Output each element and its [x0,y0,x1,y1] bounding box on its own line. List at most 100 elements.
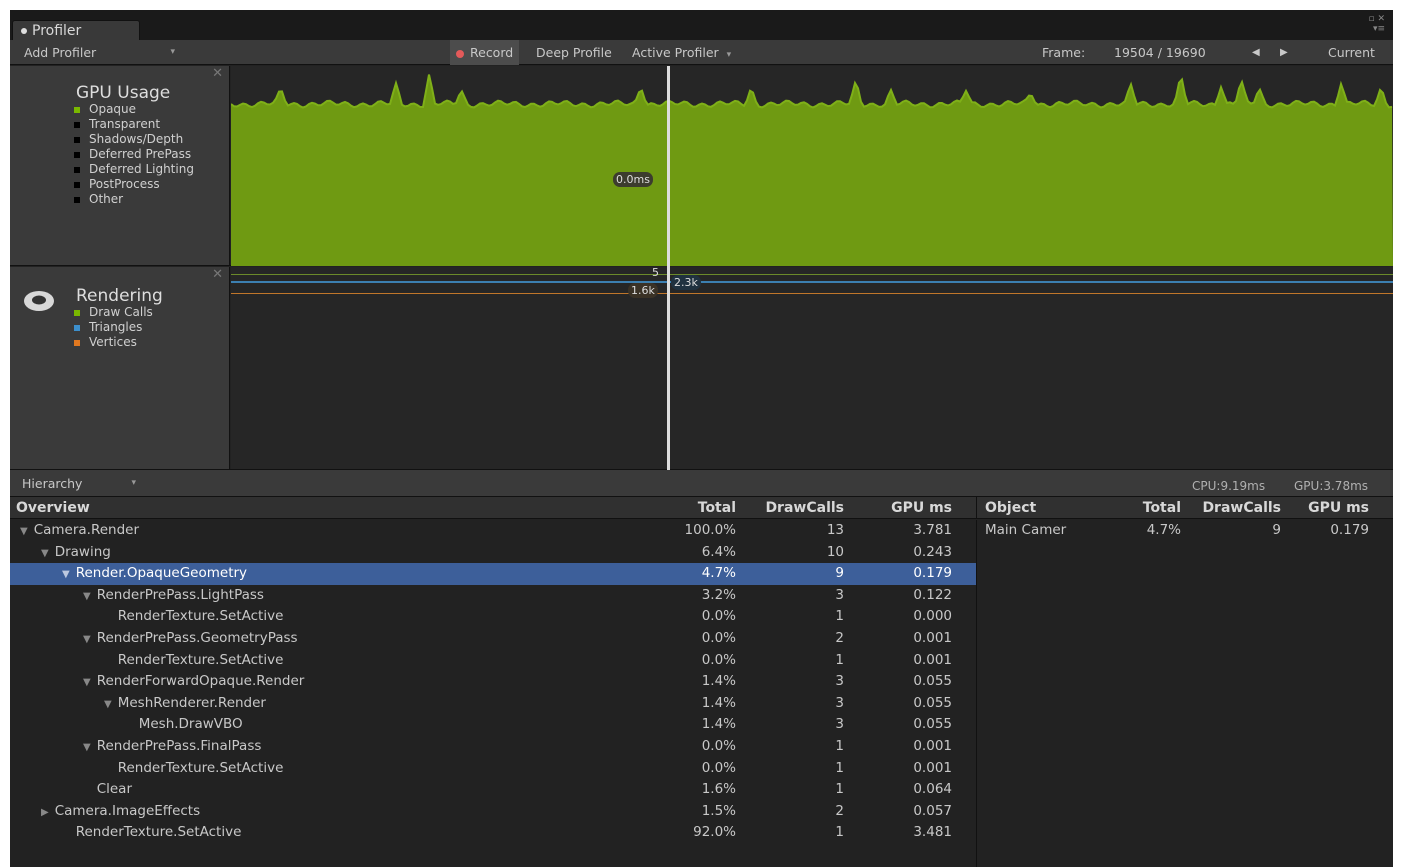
maximize-icon[interactable]: ▫ ✕ [1368,14,1385,24]
legend-label: Shadows/Depth [89,132,184,146]
row-gpums: 0.055 [913,694,952,711]
add-profiler-label: Add Profiler [24,45,97,60]
table-row[interactable]: ▼RenderTexture.SetActive 92.0% 1 3.481 [10,822,976,844]
table-row[interactable]: ▼ Camera.Render 100.0% 13 3.781 [10,520,976,542]
prev-frame-icon[interactable]: ◀ [1246,40,1266,65]
rendering-icon [24,291,54,311]
drawcalls-column-header[interactable]: DrawCalls [765,497,844,519]
expand-open-icon[interactable]: ▼ [83,629,91,651]
legend-swatch [74,151,80,158]
rendering-module: ✕ Rendering Draw Calls Triangles Vertices … [10,266,1393,470]
table-row[interactable]: ▼ MeshRenderer.Render 1.4% 3 0.055 [10,693,976,715]
add-profiler-dropdown[interactable]: Add Profiler ▾ [18,40,183,65]
chevron-down-icon: ▾ [131,478,136,488]
row-name: ▼Mesh.DrawVBO [125,714,243,736]
table-row[interactable]: ▼ RenderPrePass.FinalPass 0.0% 1 0.001 [10,736,976,758]
frame-cursor[interactable] [667,66,670,470]
expand-open-icon[interactable]: ▼ [20,521,28,543]
legend-item[interactable]: Deferred PrePass [74,147,194,162]
row-name: ▼ Render.OpaqueGeometry [62,563,247,585]
expand-open-icon[interactable]: ▼ [83,737,91,759]
row-drawcalls: 3 [835,673,844,690]
window-controls[interactable]: ▫ ✕ ▾≡ [1368,14,1385,34]
gpu-usage-legend-panel[interactable]: ✕ GPU Usage Opaque Transparent Shadows/Dep… [10,66,230,265]
row-name: ▼ RenderForwardOpaque.Render [83,671,304,693]
overview-column-header[interactable]: Overview [16,497,90,519]
legend-item[interactable]: Vertices [74,335,153,350]
close-icon[interactable]: ✕ [212,66,223,81]
deep-profile-button[interactable]: Deep Profile [530,40,618,65]
legend-item[interactable]: Deferred Lighting [74,162,194,177]
active-profiler-label: Active Profiler [632,45,719,60]
table-row[interactable]: ▼ Drawing 6.4% 10 0.243 [10,542,976,564]
expand-closed-icon[interactable]: ▶ [41,802,49,824]
row-name: ▼RenderTexture.SetActive [62,822,242,844]
opaque-series-area [231,74,1393,266]
table-row[interactable]: ▼Clear 1.6% 1 0.064 [10,779,976,801]
record-button[interactable]: Record [450,40,520,65]
current-frame-button[interactable]: Current [1322,40,1381,65]
row-drawcalls: 3 [835,586,844,603]
row-total: 1.4% [701,673,736,690]
legend-swatch [74,309,80,316]
tab-menu-icon[interactable]: ▾≡ [1368,24,1385,34]
object-gpums-column-header[interactable]: GPU ms [1308,497,1369,519]
row-total: 3.2% [701,586,736,603]
object-drawcalls-column-header[interactable]: DrawCalls [1202,497,1281,519]
tab-title: Profiler [32,23,82,39]
chevron-down-icon: ▾ [726,50,732,60]
object-row[interactable]: Main Camer 4.7% 9 0.179 [977,520,1393,542]
rendering-graph[interactable]: 5 1.6k 2.3k [231,266,1393,469]
expand-open-icon[interactable]: ▼ [83,586,91,608]
close-icon[interactable]: ✕ [212,267,223,282]
table-row[interactable]: ▼ Render.OpaqueGeometry 4.7% 9 0.179 [10,563,976,585]
gpu-usage-graph[interactable]: 0.0ms [230,66,1393,266]
rendering-legend-panel[interactable]: ✕ Rendering Draw Calls Triangles Vertices [10,267,230,469]
legend-swatch [74,136,80,143]
row-total: 0.0% [701,759,736,776]
table-row[interactable]: ▼ RenderForwardOpaque.Render 1.4% 3 0.055 [10,671,976,693]
legend-item[interactable]: Shadows/Depth [74,132,194,147]
table-row[interactable]: ▼Mesh.DrawVBO 1.4% 3 0.055 [10,714,976,736]
profiler-window: Profiler ▫ ✕ ▾≡ Add Profiler ▾ Record Dee… [10,10,1393,867]
expand-open-icon[interactable]: ▼ [104,694,112,716]
object-row-drawcalls: 9 [1272,522,1281,538]
hierarchy-dropdown[interactable]: Hierarchy ▾ [16,470,146,497]
table-row[interactable]: ▼ RenderPrePass.LightPass 3.2% 3 0.122 [10,585,976,607]
row-gpums: 0.001 [913,759,952,776]
object-total-column-header[interactable]: Total [1143,497,1181,519]
table-row[interactable]: ▶ Camera.ImageEffects 1.5% 2 0.057 [10,801,976,823]
legend-item[interactable]: Draw Calls [74,305,153,320]
row-gpums: 0.055 [913,716,952,733]
legend-item[interactable]: Transparent [74,117,194,132]
chevron-down-icon: ▾ [170,47,175,57]
legend-item[interactable]: PostProcess [74,177,194,192]
profiler-tab[interactable]: Profiler [12,20,140,41]
expand-open-icon[interactable]: ▼ [83,672,91,694]
table-row[interactable]: ▼RenderTexture.SetActive 0.0% 1 0.001 [10,650,976,672]
draw-calls-readout: 5 [652,266,659,279]
table-row[interactable]: ▼ RenderPrePass.GeometryPass 0.0% 2 0.001 [10,628,976,650]
legend-swatch [74,196,80,203]
hierarchy-header: Overview Total DrawCalls GPU ms [10,497,976,519]
legend-label: Deferred PrePass [89,147,192,161]
row-gpums: 0.001 [913,651,952,668]
expand-open-icon[interactable]: ▼ [41,543,49,565]
legend-item[interactable]: Triangles [74,320,153,335]
next-frame-icon[interactable]: ▶ [1274,40,1294,65]
row-drawcalls: 3 [835,694,844,711]
gpums-column-header[interactable]: GPU ms [891,497,952,519]
gpu-legend: Opaque Transparent Shadows/Depth Deferred P… [74,102,194,207]
table-row[interactable]: ▼RenderTexture.SetActive 0.0% 1 0.001 [10,758,976,780]
legend-swatch [74,121,80,128]
object-row-object: Main Camer [985,522,1067,538]
total-column-header[interactable]: Total [698,497,736,519]
row-label: Camera.Render [33,522,140,538]
legend-item[interactable]: Other [74,192,194,207]
active-profiler-dropdown[interactable]: Active Profiler ▾ [626,40,737,65]
expand-open-icon[interactable]: ▼ [62,564,70,586]
object-column-header[interactable]: Object [985,497,1036,519]
row-name: ▼ RenderPrePass.FinalPass [83,736,261,758]
table-row[interactable]: ▼RenderTexture.SetActive 0.0% 1 0.000 [10,606,976,628]
legend-item[interactable]: Opaque [74,102,194,117]
